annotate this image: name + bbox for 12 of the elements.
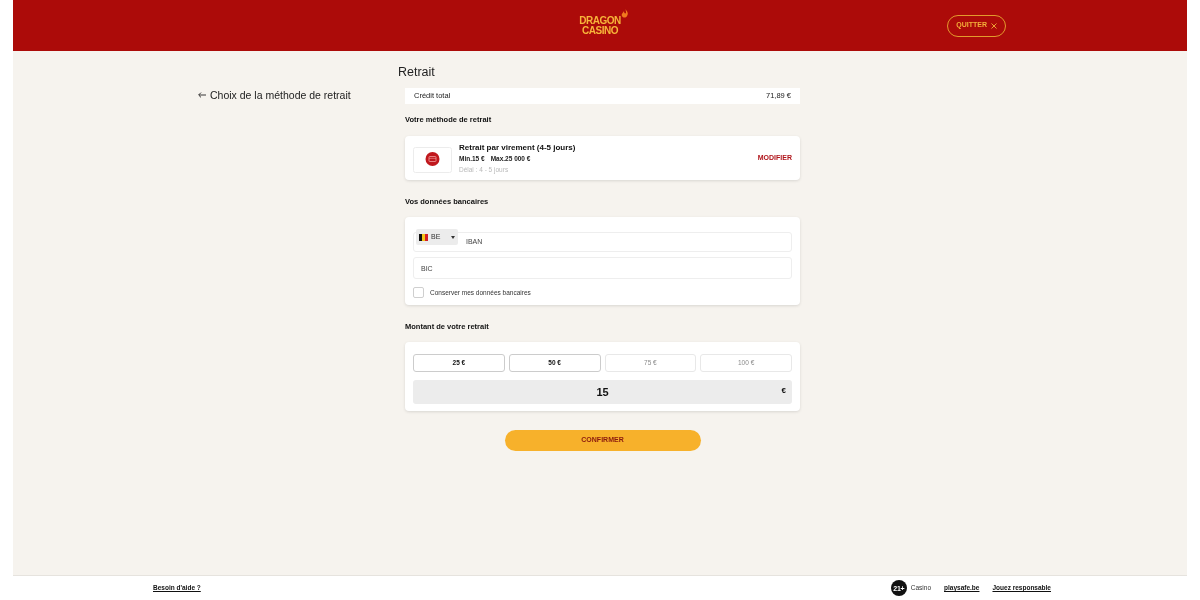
method-title: Retrait par virement (4-5 jours) (459, 141, 576, 153)
logo-text: DRAGON CASINO (579, 15, 621, 36)
bank-card-icon (413, 147, 452, 173)
currency-label: € (781, 386, 786, 396)
page-title: Retrait (398, 65, 436, 80)
flame-icon (620, 8, 629, 18)
close-icon (991, 22, 997, 29)
back-link[interactable]: Choix de la méthode de retrait (198, 89, 351, 101)
arrow-left-icon (198, 92, 206, 98)
flag-icon (419, 233, 428, 241)
caret-down-icon (451, 235, 455, 239)
checkbox[interactable] (413, 287, 424, 298)
